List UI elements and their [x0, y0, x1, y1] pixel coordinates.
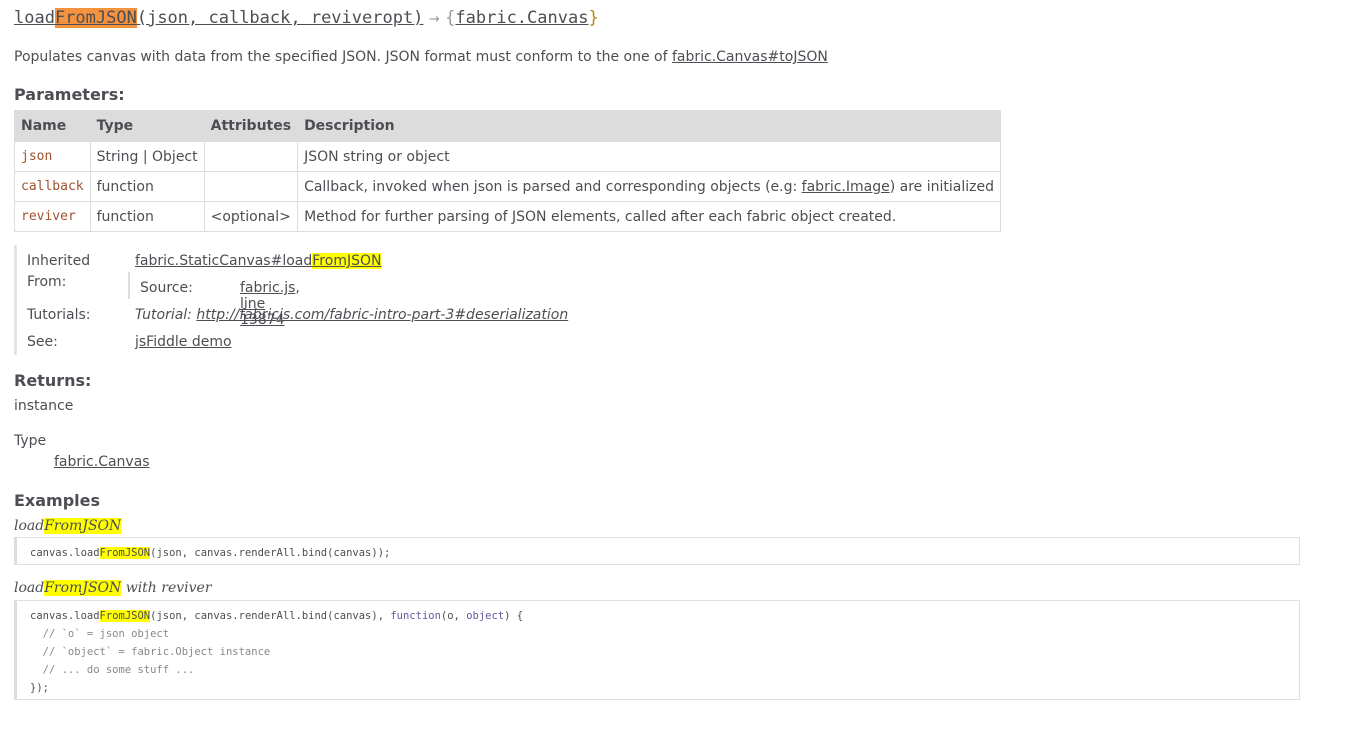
inherited-link-prefix: fabric.StaticCanvas#load — [135, 253, 313, 269]
param-description: Method for further parsing of JSON eleme… — [297, 201, 1001, 232]
returns-arrow-icon: → — [428, 12, 440, 27]
code-keyword: object — [466, 610, 505, 622]
code-block: canvas.loadFromJSON(json, canvas.renderA… — [14, 600, 1300, 700]
caption-highlight: FromJSON — [44, 518, 122, 534]
source-box: Source: fabric.js, line 13874 — [128, 272, 300, 328]
inherited-label: Inherited — [27, 253, 91, 269]
caption-highlight: FromJSON — [44, 580, 122, 596]
brace-close: } — [588, 8, 599, 28]
fabric-image-link[interactable]: fabric.Image — [802, 179, 890, 195]
param-description: JSON string or object — [297, 141, 1001, 172]
returns-type-label: Type — [14, 433, 47, 449]
tutorials-value: Tutorial: http://fabricjs.com/fabric-int… — [135, 307, 568, 323]
tutorial-link[interactable]: http://fabricjs.com/fabric-intro-part-3#… — [196, 307, 568, 323]
inherited-value: fabric.StaticCanvas#loadFromJSON — [135, 253, 382, 269]
see-label: See: — [27, 334, 58, 350]
caption-prefix: load — [14, 580, 45, 596]
method-name-highlight: FromJSON — [54, 8, 137, 28]
param-description-text: ) are initialized — [889, 178, 994, 195]
inherited-link[interactable]: fabric.StaticCanvas#loadFromJSON — [135, 253, 382, 269]
tutorials-label: Tutorials: — [27, 307, 91, 323]
param-name: json — [14, 141, 91, 172]
returns-type-link[interactable]: fabric.Canvas — [54, 454, 150, 470]
col-header-name: Name — [14, 110, 91, 142]
code-text: (o, — [440, 610, 467, 622]
example-caption: loadFromJSON with reviver — [14, 580, 212, 596]
param-attributes: <optional> — [203, 201, 299, 232]
caption-suffix: with reviver — [121, 580, 212, 596]
code-text: ) { — [504, 610, 524, 622]
method-params: (json, callback, reviveropt) — [136, 8, 424, 28]
caption-prefix: load — [14, 518, 45, 534]
method-signature: loadFromJSON(json, callback, reviveropt)… — [14, 8, 599, 28]
source-separator: , — [295, 280, 300, 296]
code-text: canvas.load — [30, 547, 100, 559]
col-header-description: Description — [297, 110, 1001, 142]
code-keyword: function — [390, 610, 441, 622]
col-header-attributes: Attributes — [203, 110, 299, 142]
code-block: canvas.loadFromJSON(json, canvas.renderA… — [14, 537, 1300, 565]
return-type-link[interactable]: fabric.Canvas — [455, 8, 588, 28]
param-attributes — [203, 171, 299, 202]
tutorial-prefix: Tutorial: — [135, 307, 197, 323]
code-text: canvas.load — [30, 610, 100, 622]
description-text: Populates canvas with data from the spec… — [14, 49, 672, 65]
code-highlight: FromJSON — [99, 547, 151, 559]
param-description: Callback, invoked when json is parsed an… — [297, 171, 1001, 202]
param-attributes — [203, 141, 299, 172]
table-row: json String | Object JSON string or obje… — [14, 141, 1001, 172]
method-description: Populates canvas with data from the spec… — [14, 49, 828, 65]
returns-type-value: fabric.Canvas — [54, 454, 150, 470]
code-highlight: FromJSON — [99, 610, 151, 622]
parameters-heading: Parameters: — [14, 85, 125, 104]
parameters-table: Name Type Attributes Description json St… — [14, 110, 1001, 232]
returns-heading: Returns: — [14, 371, 92, 390]
inherited-link-highlight: FromJSON — [312, 253, 382, 269]
inherited-label-2: From: — [27, 274, 67, 290]
code-text: (json, canvas.renderAll.bind(canvas), — [150, 610, 391, 622]
param-type: String | Object — [89, 141, 205, 172]
table-row: callback function Callback, invoked when… — [14, 171, 1001, 202]
param-name: reviver — [14, 201, 91, 232]
details-block: Inherited From: fabric.StaticCanvas#load… — [14, 245, 577, 355]
col-header-type: Type — [89, 110, 205, 142]
param-name: callback — [14, 171, 91, 202]
returns-value: instance — [14, 398, 74, 414]
code-comment: // ... do some stuff ... — [30, 664, 195, 676]
param-type: function — [89, 201, 205, 232]
method-name-link[interactable]: loadFromJSON — [14, 8, 137, 28]
source-file-link[interactable]: fabric.js — [240, 280, 295, 296]
brace-open: { — [445, 8, 456, 28]
example-caption: loadFromJSON — [14, 518, 122, 534]
param-type: function — [89, 171, 205, 202]
examples-heading: Examples — [14, 491, 101, 510]
table-header-row: Name Type Attributes Description — [14, 110, 1001, 142]
table-row: reviver function <optional> Method for f… — [14, 201, 1001, 232]
code-text: }); — [30, 682, 49, 694]
source-label: Source: — [140, 280, 193, 296]
method-name-prefix: load — [14, 8, 55, 28]
see-value: jsFiddle demo — [135, 334, 232, 350]
tojson-link[interactable]: fabric.Canvas#toJSON — [672, 49, 828, 65]
jsfiddle-demo-link[interactable]: jsFiddle demo — [135, 334, 232, 350]
code-comment: // `o` = json object — [30, 628, 170, 640]
code-comment: // `object` = fabric.Object instance — [30, 646, 271, 658]
param-description-text: Callback, invoked when json is parsed an… — [304, 178, 802, 195]
code-text: (json, canvas.renderAll.bind(canvas)); — [150, 547, 391, 559]
